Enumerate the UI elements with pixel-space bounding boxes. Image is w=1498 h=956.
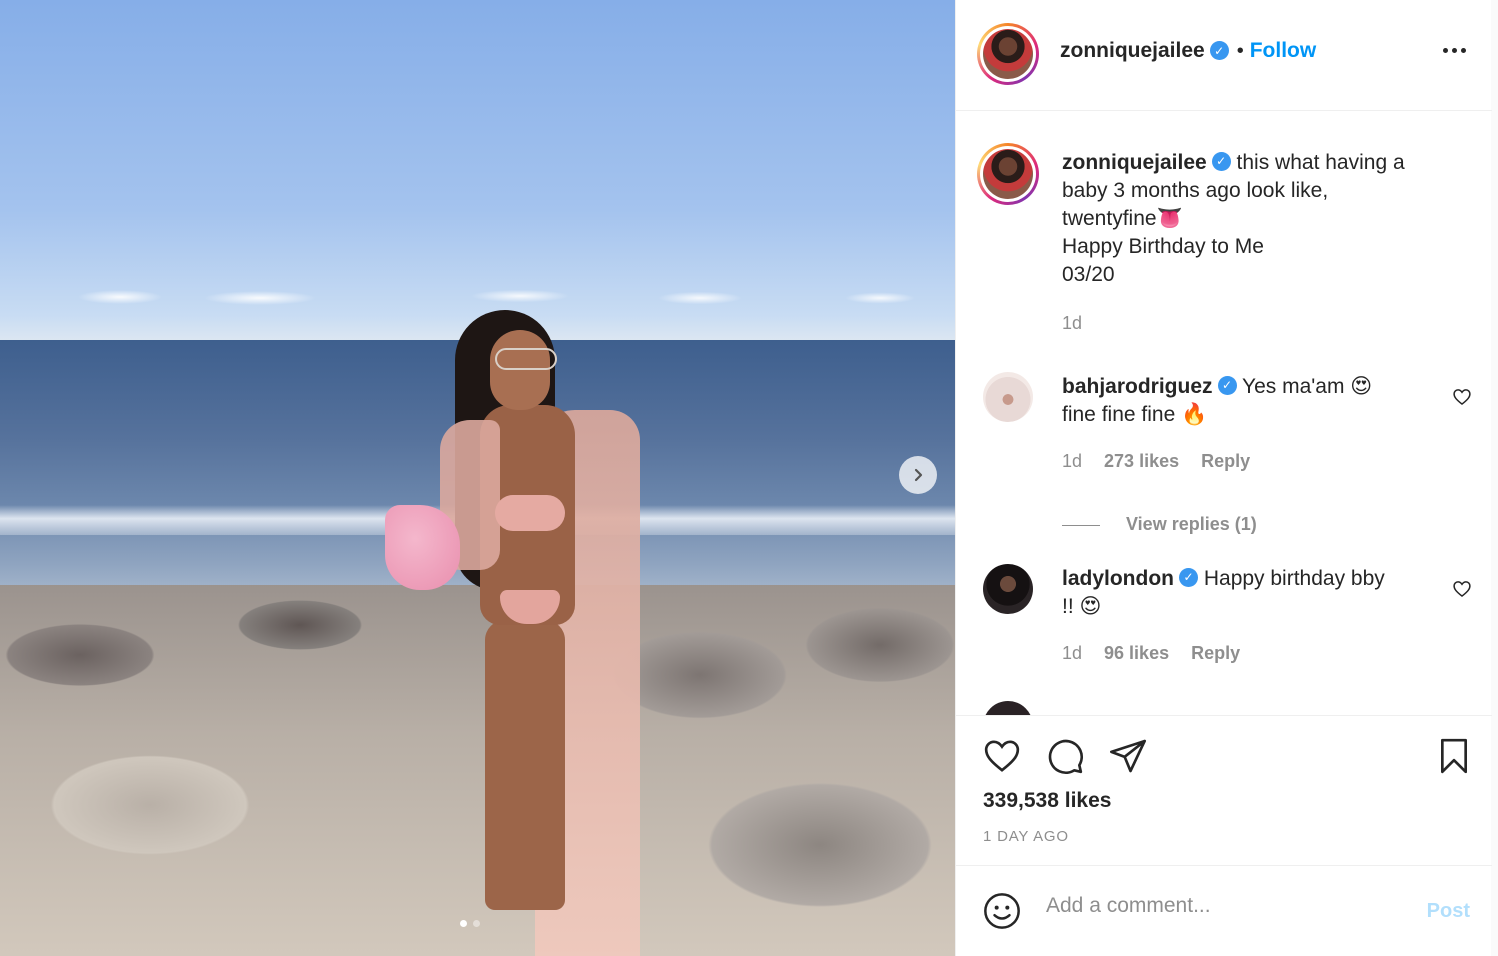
comment: ladylondon ✓ Happy birthday bby !! 😍 1d 9… [1062,565,1442,664]
comment-text: fine fine fine 🔥 [1062,403,1208,426]
comment-text: Happy birthday bby [1203,567,1385,590]
bookmark-icon[interactable] [1434,735,1474,777]
carousel-next-button[interactable] [899,456,937,494]
heart-icon[interactable] [1452,387,1472,407]
more-icon[interactable] [1443,48,1466,53]
header-username[interactable]: zonniquejailee [1060,39,1205,62]
comment-text: Yes ma'am 😍 [1242,375,1373,398]
reply-button[interactable]: Reply [1191,643,1240,664]
legs [485,620,565,910]
verified-icon: ✓ [1179,567,1198,587]
action-bar: 339,538 likes 1 DAY AGO [956,715,1492,865]
person-figure [385,310,650,956]
view-replies-button[interactable]: View replies (1) [1126,514,1257,534]
add-comment-bar: Post [956,865,1492,956]
follow-button[interactable]: Follow [1250,39,1317,62]
comment-likes[interactable]: 96 likes [1104,643,1169,664]
carousel-dot[interactable] [460,920,467,927]
comment-username[interactable]: ladylondon [1062,567,1174,590]
comments-list[interactable]: zonniquejailee ✓ this what having a baby … [956,111,1492,715]
caption-time[interactable]: 1d [1062,313,1082,333]
heart-icon[interactable] [1452,579,1472,599]
post-button[interactable]: Post [1427,900,1470,923]
comment: bahjarodriguez ✓ Yes ma'am 😍 fine fine fi… [1062,373,1442,535]
emoji-icon[interactable] [982,891,1022,931]
carousel-dot[interactable] [473,920,480,927]
share-icon[interactable] [1108,736,1148,776]
comment-text: !! 😍 [1062,595,1102,618]
caption-line: this what having a [1236,151,1405,174]
comment-input[interactable] [1046,894,1396,918]
comment-avatar[interactable] [983,564,1033,614]
clouds [0,282,955,312]
caption-line: 03/20 [1062,263,1115,286]
likes-count[interactable]: 339,538 likes [983,789,1111,813]
comment-time[interactable]: 1d [1062,451,1082,472]
carousel-dots [460,920,480,927]
caption-username[interactable]: zonniquejailee [1062,151,1207,174]
heart-icon[interactable] [982,736,1022,776]
verified-icon: ✓ [1209,41,1229,61]
comment-time[interactable]: 1d [1062,643,1082,664]
post-side-panel: zonniquejailee ✓ • Follow zonniquejailee ✓ t… [955,0,1492,956]
chevron-right-icon [914,468,923,482]
comment-icon[interactable] [1045,736,1085,776]
post-header: zonniquejailee ✓ • Follow [956,0,1492,111]
post-date[interactable]: 1 DAY AGO [983,828,1069,845]
follow-separator: • [1236,40,1244,62]
sunglasses [495,348,557,370]
caption-line: twentyfine👅 [1062,207,1183,230]
view-replies-line [1062,524,1100,526]
caption: zonniquejailee ✓ this what having a baby … [1062,149,1472,334]
caption-line: Happy Birthday to Me [1062,235,1264,258]
verified-icon: ✓ [1217,375,1237,395]
bikini-top [495,495,565,531]
header-avatar[interactable] [977,23,1039,85]
comment-likes[interactable]: 273 likes [1104,451,1179,472]
caption-line: baby 3 months ago look like, [1062,179,1329,202]
reply-button[interactable]: Reply [1201,451,1250,472]
caption-avatar[interactable] [977,143,1039,205]
comment-avatar[interactable] [983,372,1033,422]
verified-icon: ✓ [1211,151,1231,171]
comment-username[interactable]: bahjarodriguez [1062,375,1213,398]
comment-avatar[interactable] [983,701,1033,715]
pink-bag [385,505,460,590]
face [490,330,550,410]
post-photo[interactable] [0,0,955,956]
